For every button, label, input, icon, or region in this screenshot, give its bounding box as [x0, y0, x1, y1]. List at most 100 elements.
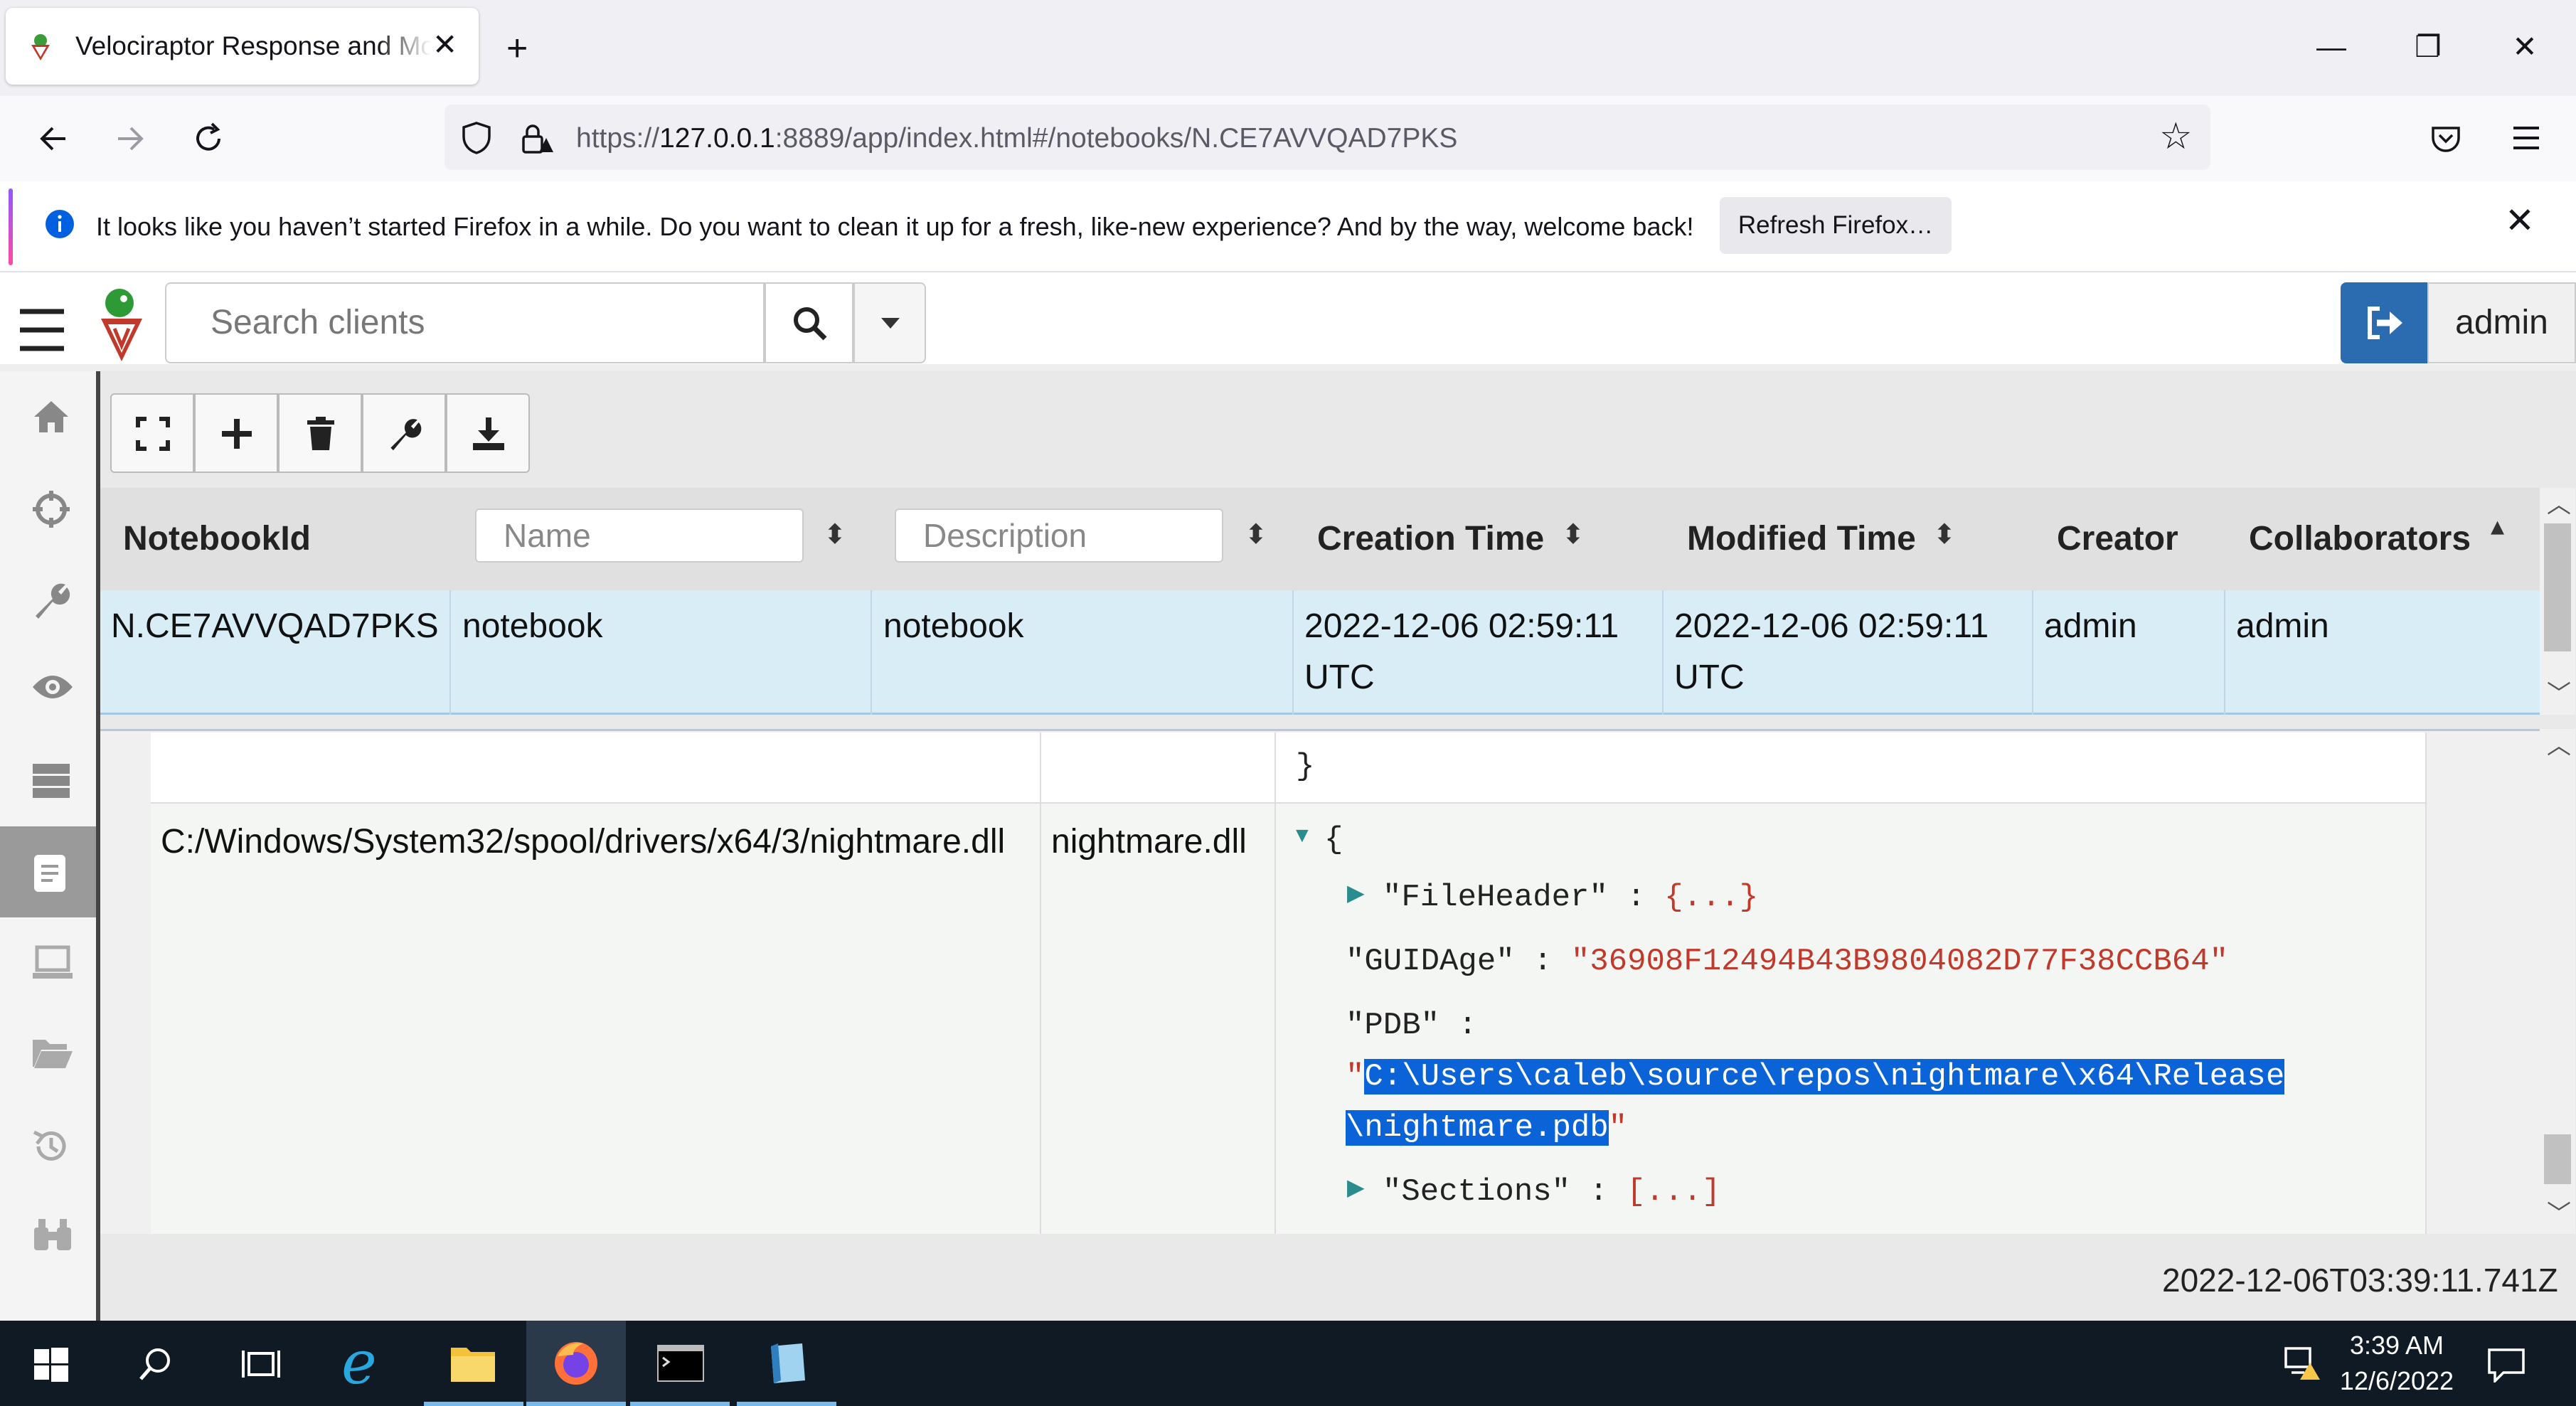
- collaborators-sort-up-icon[interactable]: ▴: [2491, 512, 2504, 540]
- sidebar-item-notebooks[interactable]: [0, 826, 100, 917]
- taskbar-app[interactable]: [737, 1321, 836, 1406]
- task-view-button[interactable]: [211, 1321, 310, 1406]
- json-sections-entry[interactable]: "Sections" : [...]: [1383, 1166, 1720, 1218]
- json-pdb-value-line2[interactable]: \nightmare.pdb": [1346, 1102, 1627, 1154]
- back-icon[interactable]: [37, 122, 70, 155]
- task-view-icon: [242, 1351, 280, 1378]
- delete-notebook-button[interactable]: [278, 393, 362, 473]
- cell-modified-time: 2022-12-06 02:59:11 UTC: [1674, 601, 1989, 703]
- search-icon: [794, 307, 827, 341]
- action-center-icon[interactable]: [2486, 1347, 2526, 1383]
- search-button[interactable]: [765, 282, 853, 363]
- status-timestamp: 2022-12-06T03:39:11.741Z: [2162, 1262, 2558, 1299]
- json-pdb-value-line1[interactable]: "C:\Users\caleb\source\repos\nightmare\x…: [1346, 1051, 2285, 1102]
- table-row: [151, 804, 2427, 1234]
- column-header-creation-time[interactable]: Creation Time: [1317, 488, 1544, 590]
- column-divider: [871, 590, 872, 715]
- json-key: "PDB": [1346, 1008, 1440, 1043]
- forward-icon[interactable]: [114, 122, 147, 155]
- column-header-collaborators[interactable]: Collaborators: [2249, 488, 2471, 590]
- json-collapsed-array[interactable]: [...]: [1627, 1174, 1720, 1210]
- json-expand-toggle-icon[interactable]: ▼: [1292, 825, 1313, 846]
- history-icon: [33, 1130, 66, 1161]
- tracking-protection-shield-icon[interactable]: [461, 121, 492, 155]
- restore-icon[interactable]: ❐: [2400, 26, 2457, 68]
- selected-pdb-path[interactable]: C:\Users\caleb\source\repos\nightmare\x6…: [1364, 1059, 2285, 1095]
- taskbar-command-prompt[interactable]: [630, 1321, 730, 1406]
- sidebar-item-home[interactable]: [0, 371, 100, 462]
- sign-out-icon: [2368, 307, 2402, 339]
- json-fileheader-entry[interactable]: "FileHeader" : {...}: [1383, 872, 1758, 923]
- window-close-icon[interactable]: ✕: [2496, 26, 2553, 68]
- taskbar-search-button[interactable]: [107, 1321, 206, 1406]
- taskbar-file-explorer[interactable]: [424, 1321, 523, 1406]
- description-filter-input[interactable]: Description: [895, 508, 1223, 563]
- refresh-firefox-button[interactable]: Refresh Firefox…: [1720, 197, 1952, 254]
- output-scrollbar[interactable]: ︿ ﹀: [2540, 729, 2575, 1234]
- network-warning-icon[interactable]: [2283, 1344, 2321, 1381]
- json-collapsed-object[interactable]: {...}: [1664, 880, 1758, 915]
- sidebar-item-vfs[interactable]: [0, 1008, 100, 1099]
- cell-filename: nightmare.dll: [1051, 823, 1247, 861]
- sidebar-item-server-events[interactable]: [0, 644, 100, 735]
- reload-icon[interactable]: [191, 121, 226, 156]
- export-notebook-button[interactable]: [446, 393, 530, 473]
- user-menu-button[interactable]: admin: [2427, 282, 2576, 363]
- sidebar-item-view-artifacts[interactable]: [0, 553, 100, 644]
- creation-time-zone: UTC: [1304, 659, 1375, 696]
- new-tab-icon[interactable]: +: [506, 27, 528, 70]
- json-collapsed-toggle-icon[interactable]: ▶: [1347, 1175, 1365, 1199]
- bookmark-star-icon[interactable]: ☆: [2159, 115, 2193, 158]
- edit-notebook-button[interactable]: [362, 393, 446, 473]
- start-button[interactable]: [0, 1321, 100, 1406]
- url-host: 127.0.0.1: [659, 123, 775, 154]
- wrench-icon: [390, 419, 422, 451]
- scrollbar-thumb[interactable]: [2544, 523, 2571, 651]
- velociraptor-logo-icon[interactable]: [95, 284, 148, 363]
- selected-pdb-path-end[interactable]: \nightmare.pdb: [1346, 1110, 1609, 1146]
- taskbar-firefox[interactable]: [526, 1321, 626, 1406]
- crosshairs-icon: [33, 491, 70, 528]
- sidebar: [0, 371, 100, 1321]
- sidebar-toggle-icon[interactable]: [17, 307, 67, 353]
- sidebar-item-client-events[interactable]: [0, 1191, 100, 1282]
- lock-warning-icon[interactable]: [519, 121, 555, 156]
- scroll-down-icon[interactable]: ﹀: [2547, 1200, 2571, 1228]
- pocket-icon[interactable]: [2429, 122, 2462, 155]
- fullscreen-button[interactable]: [110, 393, 194, 473]
- minimize-icon[interactable]: —: [2303, 26, 2360, 68]
- scroll-up-icon[interactable]: ︿: [2547, 491, 2571, 519]
- sidebar-item-hunt-manager[interactable]: [0, 462, 100, 553]
- name-filter-input[interactable]: Name: [475, 508, 804, 563]
- browser-tab[interactable]: Velociraptor Response and Mon ✕: [6, 8, 479, 85]
- search-options-dropdown[interactable]: [853, 282, 926, 363]
- url-text[interactable]: https://127.0.0.1:8889/app/index.html#/n…: [576, 121, 1457, 156]
- scrollbar-thumb[interactable]: [2544, 1134, 2571, 1184]
- creation-time-sort-icon[interactable]: ⬍: [1562, 521, 1585, 549]
- tab-close-icon[interactable]: ✕: [432, 26, 457, 63]
- sidebar-item-collected-artifacts[interactable]: [0, 1099, 100, 1191]
- name-sort-icon[interactable]: ⬍: [824, 521, 846, 549]
- scroll-down-icon[interactable]: ﹀: [2547, 680, 2571, 708]
- url-path: :8889/app/index.html#/notebooks/N.CE7AVV…: [775, 123, 1458, 154]
- column-header-creator[interactable]: Creator: [2057, 488, 2178, 590]
- column-header-modified-time[interactable]: Modified Time: [1687, 488, 1916, 590]
- sidebar-item-client-info[interactable]: [0, 917, 100, 1008]
- taskbar-clock[interactable]: 3:39 AM 12/6/2022: [2326, 1328, 2468, 1399]
- modified-time-sort-icon[interactable]: ⬍: [1933, 521, 1956, 549]
- table-scrollbar[interactable]: ︿ ﹀: [2540, 488, 2575, 715]
- expand-icon: [136, 417, 170, 451]
- new-notebook-button[interactable]: [194, 393, 278, 473]
- logout-button[interactable]: [2341, 282, 2427, 363]
- json-key: "Sections": [1383, 1174, 1571, 1210]
- scroll-up-icon[interactable]: ︿: [2547, 732, 2571, 760]
- search-clients-input[interactable]: Search clients: [165, 282, 765, 363]
- hamburger-menu-icon[interactable]: [2511, 124, 2542, 152]
- column-header-notebookid[interactable]: NotebookId: [123, 488, 311, 590]
- json-collapsed-toggle-icon[interactable]: ▶: [1347, 880, 1365, 905]
- terminal-icon: [657, 1345, 704, 1382]
- sidebar-item-server-artifacts[interactable]: [0, 735, 100, 826]
- taskbar-internet-explorer[interactable]: e: [317, 1321, 417, 1406]
- description-sort-icon[interactable]: ⬍: [1245, 521, 1267, 549]
- notification-close-icon[interactable]: ✕: [2505, 199, 2535, 242]
